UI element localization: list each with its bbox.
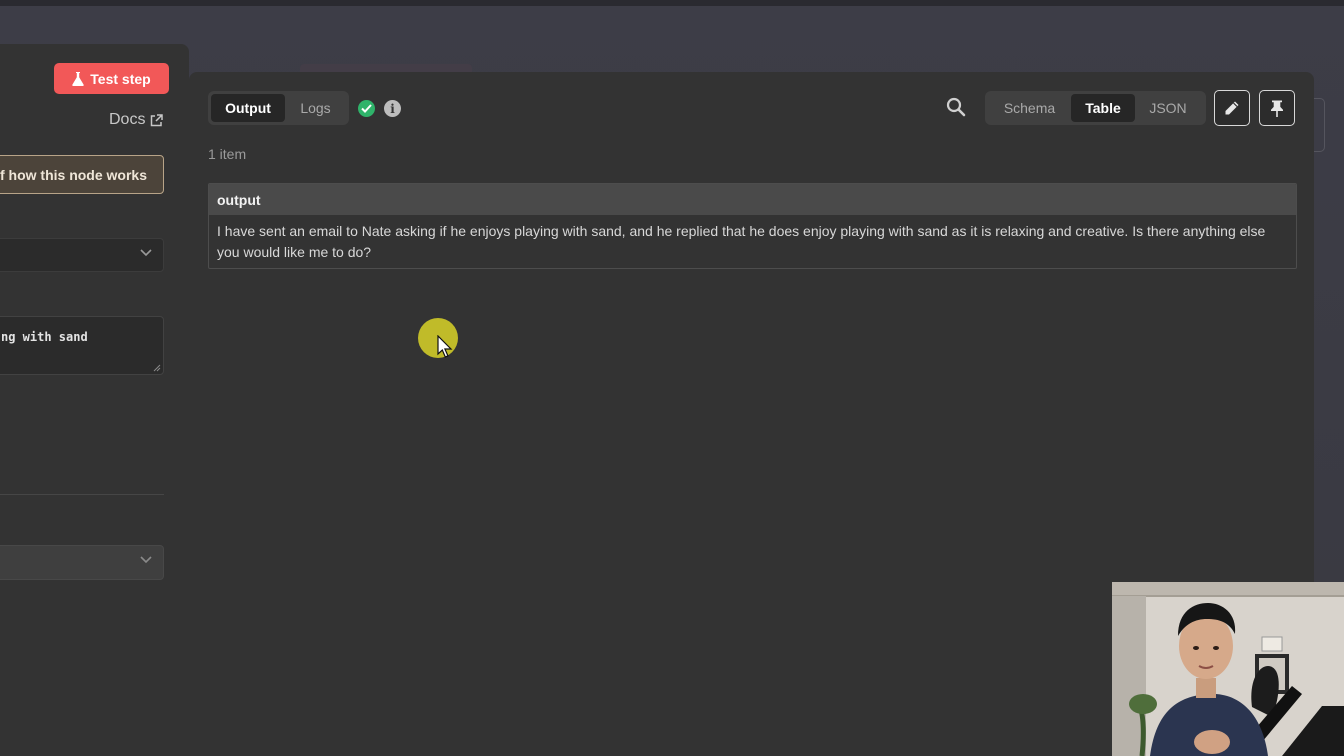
table-cell[interactable]: I have sent an email to Nate asking if h… — [209, 215, 1296, 263]
docs-link[interactable]: Docs — [109, 111, 164, 129]
parameter-select[interactable] — [0, 238, 164, 272]
table-header-output: output — [209, 184, 1296, 215]
display-mode-toggle: Schema Table JSON — [985, 91, 1206, 125]
search-icon[interactable] — [946, 97, 966, 117]
chevron-down-icon — [140, 556, 152, 564]
prompt-text: ng with sand — [1, 330, 88, 344]
pin-icon — [1271, 100, 1283, 117]
section-divider — [0, 494, 164, 495]
output-table: output I have sent an email to Nate aski… — [208, 183, 1297, 269]
info-icon[interactable]: i — [384, 100, 401, 117]
mouse-cursor-icon — [437, 335, 453, 358]
check-circle-icon — [358, 100, 375, 117]
webcam-overlay — [1112, 582, 1344, 756]
item-count: 1 item — [208, 146, 247, 162]
node-help-callout[interactable]: f how this node works — [0, 155, 164, 194]
mode-json[interactable]: JSON — [1135, 94, 1201, 122]
test-step-button[interactable]: Test step — [54, 63, 169, 94]
flask-icon — [72, 71, 85, 86]
background-panel-edge — [1314, 98, 1325, 152]
docs-label: Docs — [109, 111, 146, 128]
test-step-label: Test step — [90, 70, 151, 87]
node-parameters-panel — [0, 44, 189, 756]
pin-data-button[interactable] — [1259, 90, 1295, 126]
node-help-text: f how this node works — [0, 166, 147, 183]
resize-handle-icon[interactable] — [153, 364, 161, 372]
presenter-video-image — [1112, 582, 1344, 756]
pencil-icon — [1225, 101, 1239, 115]
tab-output[interactable]: Output — [211, 94, 285, 122]
chevron-down-icon — [140, 249, 152, 257]
options-select[interactable] — [0, 545, 164, 580]
mode-table[interactable]: Table — [1071, 94, 1135, 122]
mode-schema[interactable]: Schema — [988, 94, 1071, 122]
external-link-icon — [151, 113, 164, 126]
tab-logs[interactable]: Logs — [285, 94, 346, 122]
edit-output-button[interactable] — [1214, 90, 1250, 126]
output-logs-toggle: Output Logs — [208, 91, 349, 125]
prompt-textarea[interactable]: ng with sand — [0, 316, 164, 375]
